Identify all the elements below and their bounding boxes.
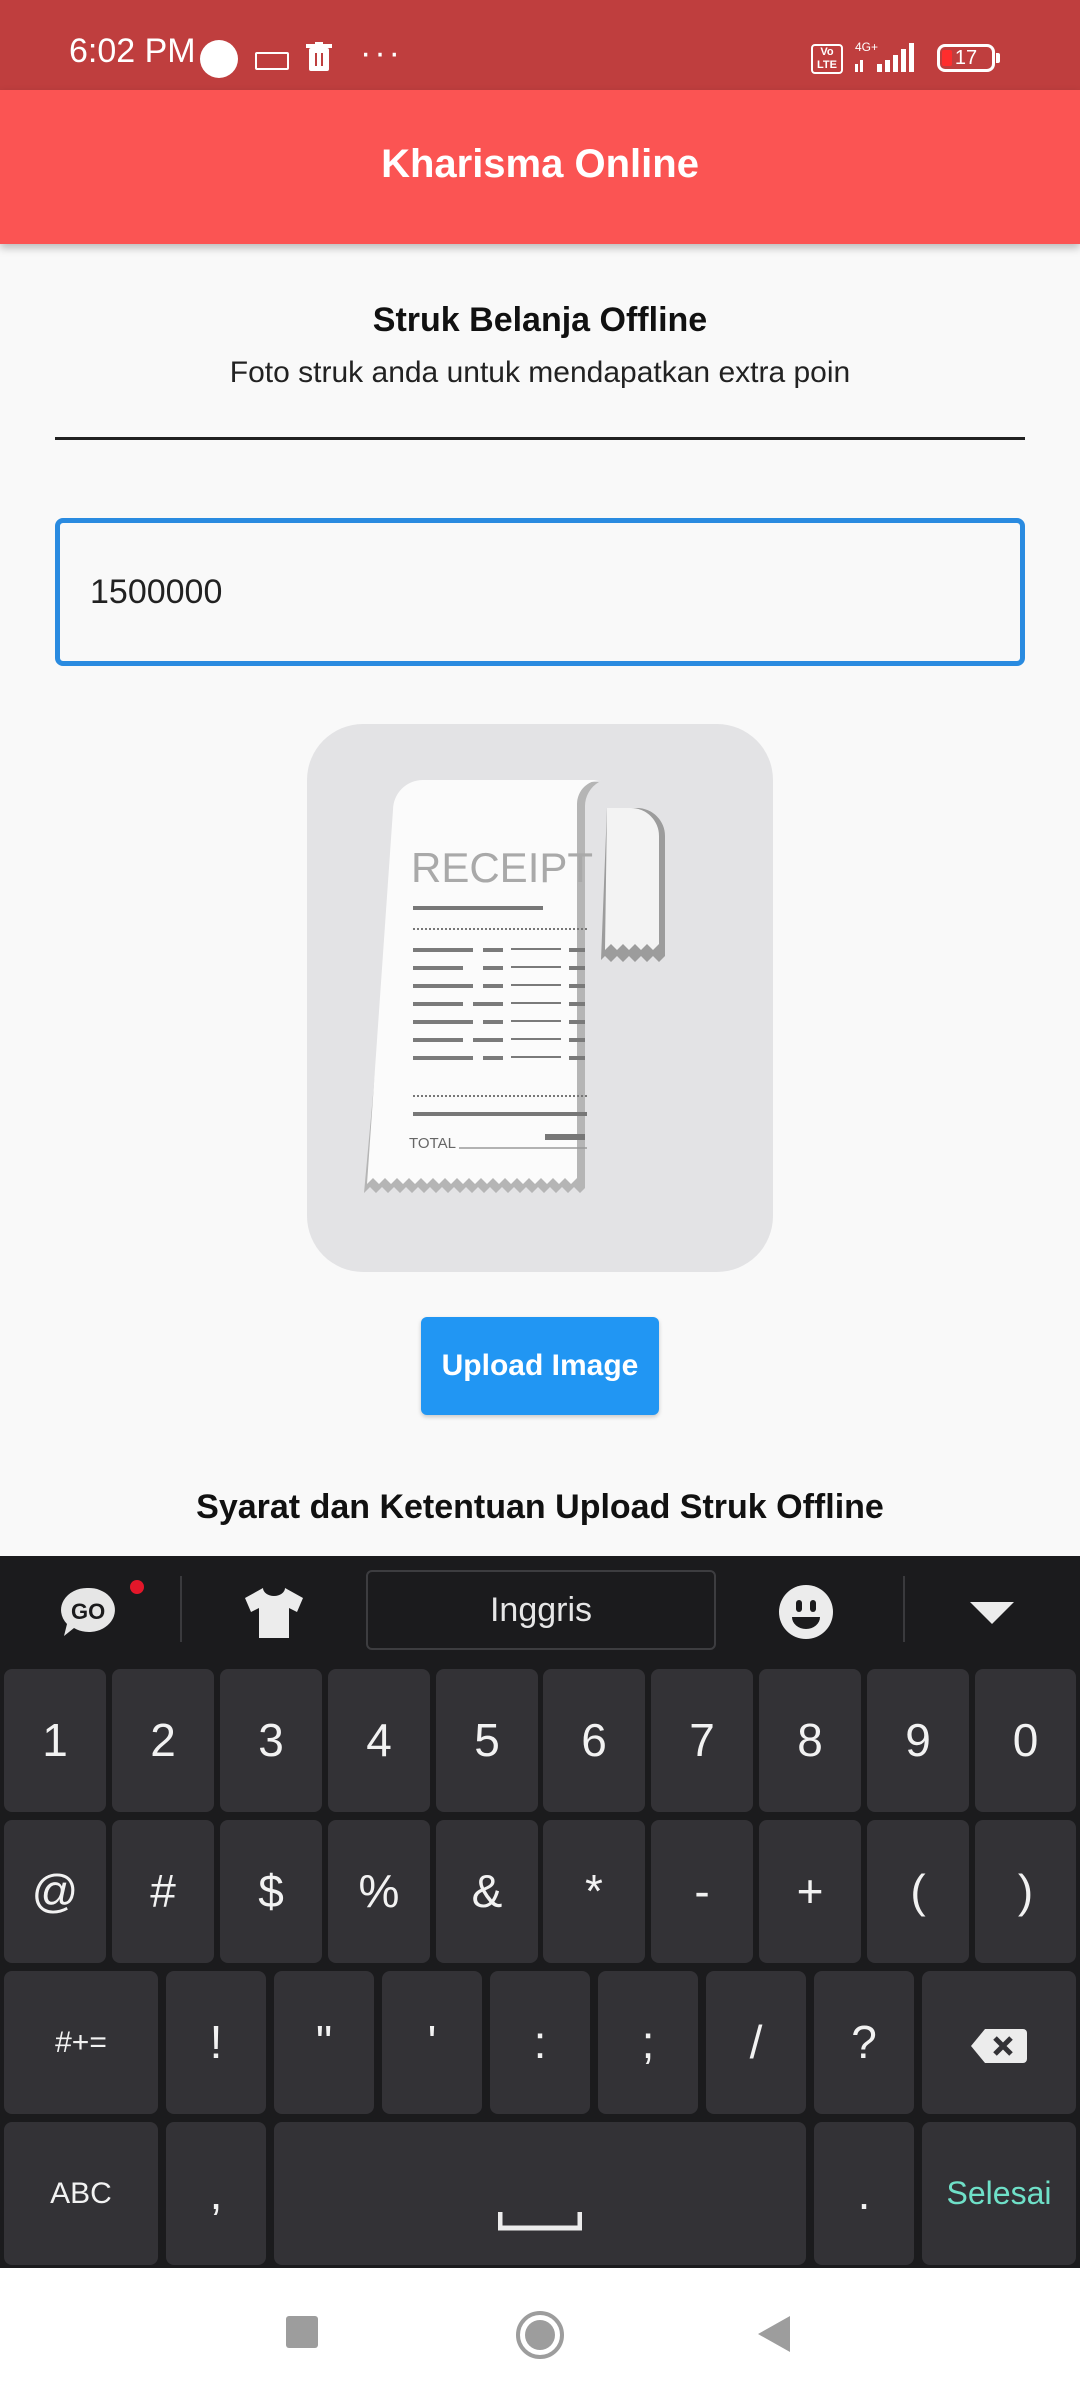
divider	[55, 437, 1025, 440]
key-abc[interactable]: ABC	[4, 2122, 158, 2265]
key-done[interactable]: Selesai	[922, 2122, 1076, 2265]
key-4[interactable]: 4	[328, 1669, 430, 1812]
go-keyboard-label: GO	[71, 1599, 105, 1624]
status-bar: 6:02 PM ··· Vo LTE 4G+ 17	[0, 0, 1080, 90]
go-keyboard-icon[interactable]: GO	[60, 1586, 116, 1638]
key-backspace[interactable]	[922, 1971, 1076, 2114]
keyboard-icon	[255, 52, 289, 70]
receipt-image-preview[interactable]: RECEIPT TOTAL	[307, 724, 773, 1272]
upload-image-button[interactable]: Upload Image	[421, 1317, 659, 1415]
key-hash[interactable]: #	[112, 1820, 214, 1963]
key-slash[interactable]: /	[706, 1971, 806, 2114]
key-semicolon[interactable]: ;	[598, 1971, 698, 2114]
app-title: Kharisma Online	[381, 142, 699, 186]
notification-dot	[130, 1580, 144, 1594]
app-notification-icon	[200, 40, 238, 78]
key-question[interactable]: ?	[814, 1971, 914, 2114]
key-5[interactable]: 5	[436, 1669, 538, 1812]
back-button[interactable]	[756, 2314, 792, 2354]
keyboard-toolbar: GO Inggris	[0, 1556, 1080, 1666]
key-9[interactable]: 9	[867, 1669, 969, 1812]
signal-icon: 4G+	[855, 40, 914, 72]
more-notifications-icon: ···	[360, 34, 403, 72]
key-double-quote[interactable]: "	[274, 1971, 374, 2114]
page-heading: Struk Belanja Offline	[372, 301, 708, 339]
language-selector[interactable]: Inggris	[366, 1570, 716, 1650]
key-at[interactable]: @	[4, 1820, 106, 1963]
receipt-title: RECEIPT	[411, 844, 593, 891]
app-bar: Kharisma Online	[0, 90, 1080, 244]
recents-button[interactable]	[286, 2316, 318, 2348]
key-space[interactable]	[274, 2122, 806, 2265]
collapse-keyboard-icon[interactable]	[970, 1600, 1014, 1626]
battery-level: 17	[954, 47, 978, 69]
key-3[interactable]: 3	[220, 1669, 322, 1812]
key-0[interactable]: 0	[975, 1669, 1076, 1812]
toolbar-separator	[903, 1576, 905, 1642]
key-period[interactable]: .	[814, 2122, 914, 2265]
home-button[interactable]	[515, 2310, 565, 2360]
space-icon	[497, 2211, 583, 2231]
theme-shirt-icon[interactable]	[243, 1586, 305, 1640]
key-symbols-toggle[interactable]: #+=	[4, 1971, 158, 2114]
key-dollar[interactable]: $	[220, 1820, 322, 1963]
receipt-total-label: TOTAL	[409, 1135, 456, 1152]
network-type-label: 4G+	[855, 40, 878, 54]
key-8[interactable]: 8	[759, 1669, 861, 1812]
backspace-icon	[971, 2028, 1027, 2063]
terms-title: Syarat dan Ketentuan Upload Struk Offlin…	[196, 1488, 884, 1526]
key-2[interactable]: 2	[112, 1669, 214, 1812]
volte-icon: Vo LTE	[811, 44, 843, 74]
key-colon[interactable]: :	[490, 1971, 590, 2114]
key-minus[interactable]: -	[651, 1820, 753, 1963]
key-close-paren[interactable]: )	[975, 1820, 1076, 1963]
key-7[interactable]: 7	[651, 1669, 753, 1812]
key-open-paren[interactable]: (	[867, 1820, 969, 1963]
battery-icon: 17	[937, 44, 1000, 72]
key-ampersand[interactable]: &	[436, 1820, 538, 1963]
status-time: 6:02 PM	[69, 32, 196, 70]
trash-icon	[306, 42, 332, 71]
page-subheading: Foto struk anda untuk mendapatkan extra …	[229, 356, 851, 389]
key-plus[interactable]: +	[759, 1820, 861, 1963]
key-exclamation[interactable]: !	[166, 1971, 266, 2114]
emoji-icon[interactable]	[778, 1584, 834, 1640]
key-percent[interactable]: %	[328, 1820, 430, 1963]
key-apostrophe[interactable]: '	[382, 1971, 482, 2114]
receipt-illustration: RECEIPT TOTAL	[364, 780, 665, 1193]
key-comma[interactable]: ,	[166, 2122, 266, 2265]
amount-input[interactable]	[55, 518, 1025, 666]
key-asterisk[interactable]: *	[543, 1820, 645, 1963]
keyboard: GO Inggris 1 2 3 4 5 6 7 8 9 0 @ # $ % &…	[0, 1556, 1080, 2268]
key-1[interactable]: 1	[4, 1669, 106, 1812]
toolbar-separator	[180, 1576, 182, 1642]
key-6[interactable]: 6	[543, 1669, 645, 1812]
